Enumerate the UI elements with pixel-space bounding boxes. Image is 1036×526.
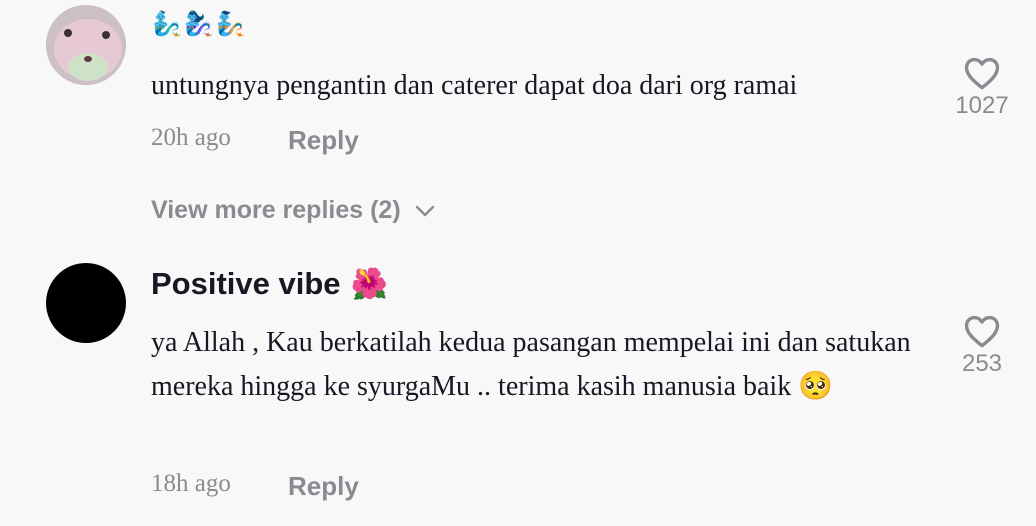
avatar[interactable] bbox=[46, 5, 126, 85]
avatar-image bbox=[46, 5, 126, 85]
reply-button[interactable]: Reply bbox=[288, 125, 359, 156]
like-count: 253 bbox=[961, 350, 1003, 377]
comment-text: untungnya pengantin dan caterer dapat do… bbox=[151, 70, 798, 101]
heart-outline-icon bbox=[964, 315, 1000, 348]
comment-text: ya Allah , Kau berkatilah kedua pasangan… bbox=[151, 327, 911, 402]
heart-outline-icon bbox=[964, 57, 1000, 90]
username[interactable]: Positive vibe 🌺 bbox=[151, 266, 388, 302]
view-more-replies-button[interactable]: View more replies (2) bbox=[151, 196, 435, 225]
username-text: Positive vibe bbox=[151, 266, 341, 301]
chevron-down-icon bbox=[415, 205, 434, 216]
like-button[interactable]: 1027 bbox=[942, 56, 1022, 120]
comment-emoji-line: 🧞‍♂️🧞‍♀️🧞 bbox=[152, 11, 248, 38]
like-count: 1027 bbox=[955, 92, 1009, 119]
like-button[interactable]: 253 bbox=[942, 314, 1022, 378]
reply-button[interactable]: Reply bbox=[288, 471, 359, 502]
view-more-replies-label: View more replies (2) bbox=[151, 196, 401, 224]
comment-timestamp: 18h ago bbox=[151, 470, 231, 497]
hibiscus-emoji: 🌺 bbox=[350, 267, 388, 301]
comment-timestamp: 20h ago bbox=[151, 124, 231, 151]
avatar[interactable] bbox=[46, 263, 126, 343]
